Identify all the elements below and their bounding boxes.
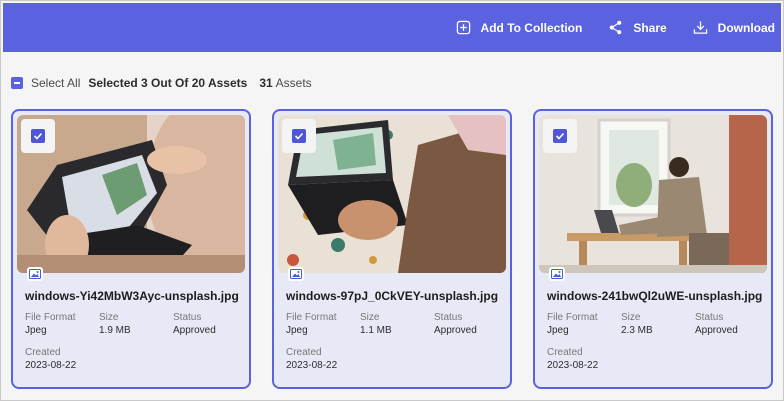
status-value: Approved — [695, 325, 738, 336]
share-label: Share — [633, 20, 667, 35]
size-label: Size — [621, 312, 641, 323]
select-all-label[interactable]: Select All — [31, 76, 80, 90]
asset-select-checkbox[interactable] — [282, 119, 316, 153]
size-label: Size — [99, 312, 119, 323]
image-icon — [290, 269, 302, 279]
selected-count-text: Selected 3 Out Of 20 Assets — [88, 76, 248, 90]
size-value: 2.3 MB — [621, 325, 653, 336]
created-label: Created — [25, 347, 61, 358]
add-to-collection-button[interactable]: Add To Collection — [456, 20, 583, 35]
size-value: 1.9 MB — [99, 325, 131, 336]
asset-select-checkbox[interactable] — [21, 119, 55, 153]
image-type-badge — [288, 267, 304, 281]
share-button[interactable]: Share — [608, 20, 667, 35]
image-icon — [551, 269, 563, 279]
total-assets-count: 31 — [259, 76, 273, 90]
file-format-label: File Format — [25, 312, 76, 323]
download-button[interactable]: Download — [693, 20, 775, 35]
checkmark-icon — [294, 132, 304, 140]
status-label: Status — [695, 312, 724, 323]
asset-filename: windows-97pJ_0CkVEY-unsplash.jpg — [286, 289, 499, 303]
image-type-badge — [27, 267, 43, 281]
asset-browser: Add To Collection Share Download Select … — [0, 0, 784, 401]
asset-card[interactable]: windows-241bwQl2uWE-unsplash.jpg File Fo… — [533, 109, 773, 389]
file-format-value: Jpeg — [547, 325, 569, 336]
created-value: 2023-08-22 — [286, 360, 338, 371]
share-icon — [610, 20, 622, 35]
status-label: Status — [173, 312, 202, 323]
image-icon — [29, 269, 41, 279]
image-type-badge — [549, 267, 565, 281]
asset-card[interactable]: windows-97pJ_0CkVEY-unsplash.jpg File Fo… — [272, 109, 512, 389]
download-icon — [693, 21, 707, 34]
asset-filename: windows-Yi42MbW3Ayc-unsplash.jpg — [25, 289, 239, 303]
checkmark-icon — [33, 132, 43, 140]
selection-row: Select All Selected 3 Out Of 20 Assets 3… — [11, 73, 312, 93]
action-bar: Add To Collection Share Download — [3, 3, 781, 52]
status-label: Status — [434, 312, 463, 323]
created-label: Created — [547, 347, 583, 358]
created-value: 2023-08-22 — [547, 360, 599, 371]
select-all-checkbox[interactable] — [11, 77, 23, 89]
add-to-collection-label: Add To Collection — [480, 20, 583, 35]
download-label: Download — [717, 20, 775, 35]
file-format-value: Jpeg — [286, 325, 308, 336]
size-value: 1.1 MB — [360, 325, 392, 336]
add-collection-icon — [456, 20, 470, 35]
created-value: 2023-08-22 — [25, 360, 77, 371]
created-label: Created — [286, 347, 322, 358]
checkmark-icon — [555, 132, 565, 140]
file-format-label: File Format — [547, 312, 598, 323]
asset-select-checkbox[interactable] — [543, 119, 577, 153]
size-label: Size — [360, 312, 380, 323]
status-value: Approved — [173, 325, 216, 336]
total-assets-label: Assets — [275, 76, 312, 90]
file-format-value: Jpeg — [25, 325, 47, 336]
asset-card[interactable]: windows-Yi42MbW3Ayc-unsplash.jpg File Fo… — [11, 109, 251, 389]
status-value: Approved — [434, 325, 477, 336]
file-format-label: File Format — [286, 312, 337, 323]
asset-filename: windows-241bwQl2uWE-unsplash.jpg — [547, 289, 763, 303]
